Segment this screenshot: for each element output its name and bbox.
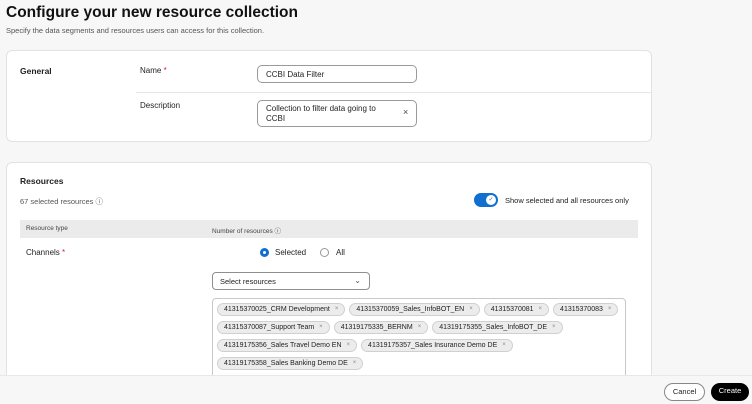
remove-tag-icon[interactable]: ×	[469, 304, 473, 315]
show-selected-toggle[interactable]	[474, 193, 498, 207]
radio-selected-label: Selected	[275, 248, 307, 257]
radio-all-label: All	[336, 248, 345, 257]
col-resource-type: Resource type	[26, 225, 68, 232]
remove-tag-icon[interactable]: ×	[353, 358, 357, 369]
resource-tag: 41319175357_Sales Insurance Demo DE ×	[361, 339, 513, 352]
tag-label: 41319175358_Sales Banking Demo DE	[224, 360, 348, 367]
name-input[interactable]: CCBI Data Filter	[257, 65, 417, 83]
tag-label: 41319175355_Sales_InfoBOT_DE	[439, 324, 548, 331]
resource-tag: 41315370025_CRM Development ×	[217, 303, 346, 316]
resource-tag: 41319175356_Sales Travel Demo EN ×	[217, 339, 358, 352]
toggle-label: Show selected and all resources only	[505, 196, 629, 205]
page-title: Configure your new resource collection	[6, 4, 298, 21]
resource-tag: 41315370087_Support Team ×	[217, 321, 330, 334]
resources-section-label: Resources	[20, 176, 64, 186]
remove-tag-icon[interactable]: ×	[418, 322, 422, 333]
tag-label: 41319175335_BERNM	[340, 324, 413, 331]
channels-label: Channels *	[26, 248, 66, 257]
footer-bar	[0, 375, 752, 404]
resource-tag: 41319175358_Sales Banking Demo DE ×	[217, 357, 364, 370]
resource-tag: 41319175335_BERNM ×	[333, 321, 429, 334]
resource-tag: 41315370059_Sales_InfoBOT_EN ×	[349, 303, 480, 316]
create-button[interactable]: Create	[711, 383, 749, 401]
radio-selected[interactable]	[260, 248, 269, 257]
tag-label: 41315370087_Support Team	[224, 324, 315, 331]
tag-label: 41315370059_Sales_InfoBOT_EN	[356, 306, 465, 313]
description-textarea[interactable]: Collection to filter data going to CCBI	[257, 100, 417, 127]
chevron-down-icon: ⌄	[354, 276, 361, 285]
remove-tag-icon[interactable]: ×	[552, 322, 556, 333]
name-label: Name *	[140, 66, 167, 75]
general-section-label: General	[20, 66, 52, 76]
col-number-of-resources: Number of resources ⓘ	[212, 228, 282, 235]
general-card	[6, 50, 652, 142]
remove-tag-icon[interactable]: ×	[539, 304, 543, 315]
resource-tag: 41315370081 ×	[483, 303, 550, 316]
resource-tag: 41315370083 ×	[553, 303, 619, 316]
select-resources-dropdown[interactable]: Select resources ⌄	[212, 272, 370, 290]
description-label: Description	[140, 101, 181, 110]
info-icon: ⓘ	[274, 228, 282, 235]
remove-tag-icon[interactable]: ×	[347, 340, 351, 351]
remove-tag-icon[interactable]: ×	[319, 322, 323, 333]
remove-tag-icon[interactable]: ×	[502, 340, 506, 351]
tag-label: 41315370081	[490, 306, 534, 313]
tag-label: 41319175356_Sales Travel Demo EN	[224, 342, 342, 349]
tag-label: 41315370025_CRM Development	[224, 306, 330, 313]
tag-label: 41315370083	[560, 306, 603, 313]
remove-tag-icon[interactable]: ×	[608, 304, 612, 315]
page-subtitle: Specify the data segments and resources …	[6, 26, 265, 35]
clear-icon[interactable]: ×	[403, 107, 408, 117]
radio-all[interactable]	[320, 248, 329, 257]
cancel-button[interactable]: Cancel	[664, 383, 705, 401]
tag-label: 41319175357_Sales Insurance Demo DE	[368, 342, 498, 349]
selected-count: 67 selected resources ⓘ	[20, 197, 103, 206]
divider	[136, 92, 652, 93]
resource-tag: 41319175355_Sales_InfoBOT_DE ×	[432, 321, 563, 334]
info-icon: ⓘ	[95, 197, 103, 206]
remove-tag-icon[interactable]: ×	[335, 304, 339, 315]
table-header: Resource type Number of resources ⓘ	[20, 220, 638, 238]
